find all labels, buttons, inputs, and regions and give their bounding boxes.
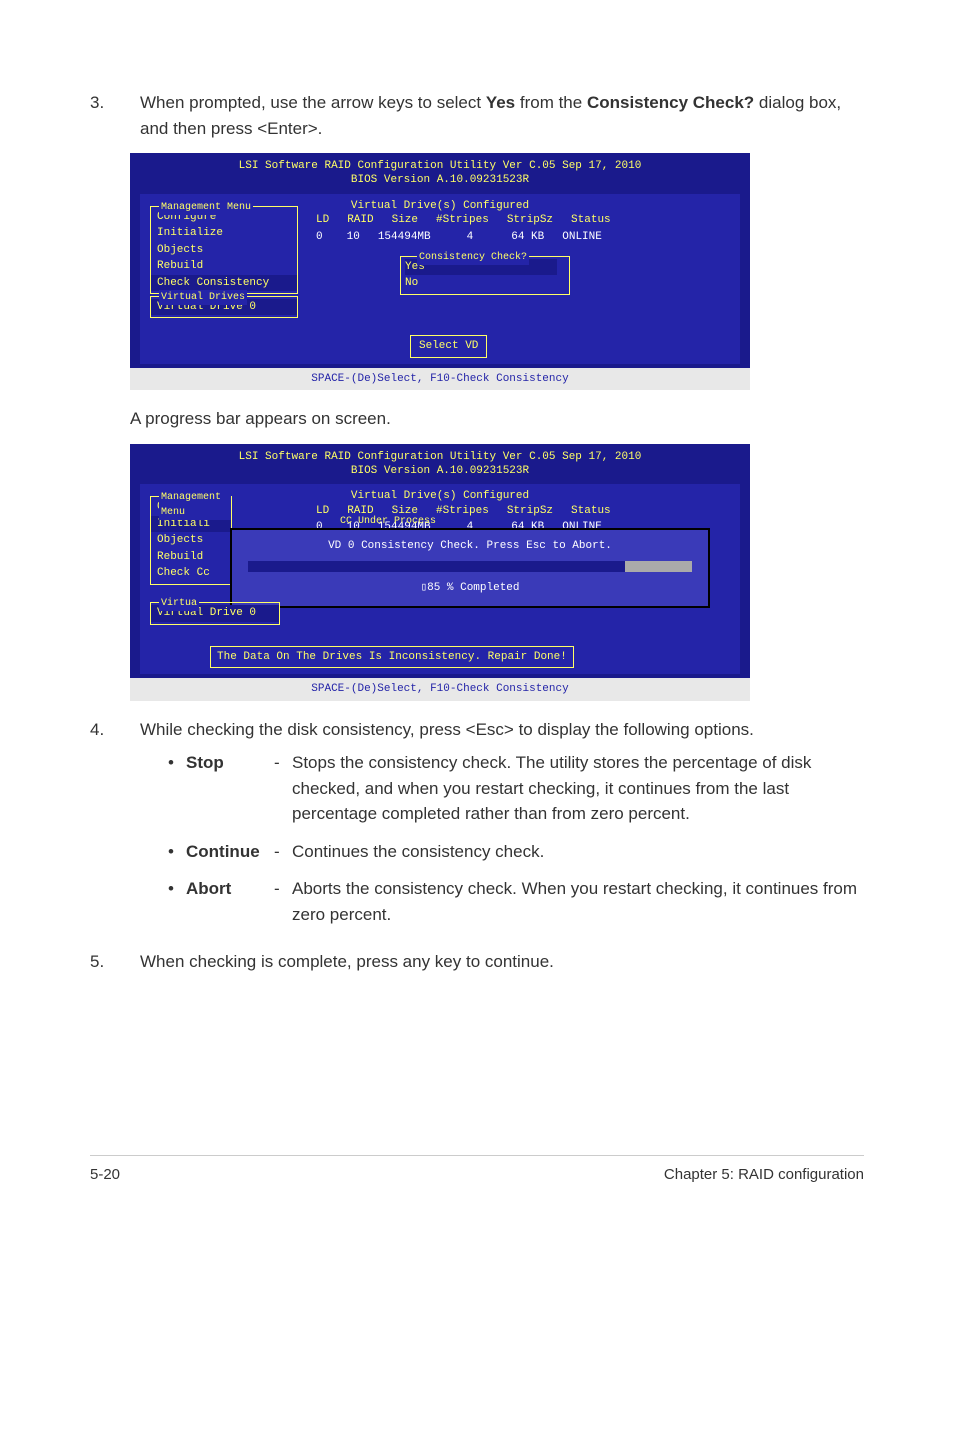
opt-abort: • Abort - Aborts the consistency check. …	[168, 876, 864, 927]
step-4: 4. While checking the disk consistency, …	[90, 717, 864, 940]
hdr-stripes: #Stripes	[436, 503, 489, 520]
step-3: 3. When prompted, use the arrow keys to …	[90, 90, 864, 141]
hdr-raid: RAID	[347, 212, 373, 229]
management-menu-title-2: Management Menu	[159, 490, 231, 520]
cell-size: 154494MB	[378, 229, 431, 246]
hdr-stripes: #Stripes	[436, 212, 489, 229]
menu-checkcc-2[interactable]: Check Cc	[151, 565, 231, 582]
opt-continue: • Continue - Continues the consistency c…	[168, 839, 864, 865]
bios2-footer: SPACE-(De)Select, F10-Check Consistency	[130, 678, 750, 701]
bios-screenshot-2: LSI Software RAID Configuration Utility …	[130, 444, 750, 701]
step-number: 3.	[90, 90, 140, 141]
bios1-table-row: 0 10 154494MB 4 64 KB ONLINE	[316, 229, 734, 246]
menu-rebuild[interactable]: Rebuild	[151, 258, 297, 275]
cc-no[interactable]: No	[405, 275, 565, 292]
management-menu-title: Management Menu	[159, 200, 253, 215]
bullet-icon: •	[168, 750, 186, 827]
menu-rebuild-2[interactable]: Rebuild	[151, 549, 231, 566]
cc-dialog-title: Consistency Check?	[417, 250, 529, 265]
step3-text-mid: from the	[515, 93, 587, 112]
progress-bar	[248, 561, 692, 572]
opt-stop-label: Stop	[186, 750, 274, 827]
hdr-ld: LD	[316, 212, 329, 229]
bios1-title: LSI Software RAID Configuration Utility …	[130, 153, 750, 190]
bios1-title-line2: BIOS Version A.10.09231523R	[130, 173, 750, 187]
opt-dash: -	[274, 750, 292, 827]
hdr-status: Status	[571, 212, 611, 229]
hdr-ld: LD	[316, 503, 329, 520]
step-text: When prompted, use the arrow keys to sel…	[140, 90, 864, 141]
opt-stop-desc: Stops the consistency check. The utility…	[292, 750, 864, 827]
step5-text: When checking is complete, press any key…	[140, 949, 864, 975]
cell-stripsz: 64 KB	[511, 229, 544, 246]
bios2-title-line1: LSI Software RAID Configuration Utility …	[130, 450, 750, 464]
chapter-title: Chapter 5: RAID configuration	[664, 1164, 864, 1187]
opt-continue-bold: Continue	[186, 842, 260, 861]
step-5: 5. When checking is complete, press any …	[90, 949, 864, 975]
bullet-icon: •	[168, 876, 186, 927]
page-footer: 5-20 Chapter 5: RAID configuration	[90, 1164, 864, 1187]
cell-ld: 0	[316, 229, 323, 246]
opt-abort-label: Abort	[186, 876, 274, 927]
step3-text-before: When prompted, use the arrow keys to sel…	[140, 93, 486, 112]
virtual-drives-box[interactable]: Virtual Drives Virtual Drive 0	[150, 296, 298, 319]
hdr-stripsz: StripSz	[507, 503, 553, 520]
progress-msg: VD 0 Consistency Check. Press Esc to Abo…	[242, 538, 698, 555]
hdr-size: Size	[392, 212, 418, 229]
hdr-status: Status	[571, 503, 611, 520]
step3-yes: Yes	[486, 93, 515, 112]
bios1-title-line1: LSI Software RAID Configuration Utility …	[130, 159, 750, 173]
bios-screenshot-1: LSI Software RAID Configuration Utility …	[130, 153, 750, 390]
step3-cc: Consistency Check?	[587, 93, 754, 112]
management-menu[interactable]: Management Menu Configure Initialize Obj…	[150, 206, 298, 295]
cell-stripes: 4	[467, 229, 474, 246]
step4-options: • Stop - Stops the consistency check. Th…	[168, 750, 864, 927]
select-vd-button[interactable]: Select VD	[410, 335, 487, 358]
step4-body: While checking the disk consistency, pre…	[140, 717, 864, 940]
bios2-title-line2: BIOS Version A.10.09231523R	[130, 464, 750, 478]
step-number: 5.	[90, 949, 140, 975]
vd-box-title-2: Virtua	[159, 596, 199, 611]
step-number: 4.	[90, 717, 140, 940]
progress-bar-remaining	[625, 561, 692, 572]
progress-pct: ▯85 % Completed	[242, 580, 698, 597]
bios1-table-header: LD RAID Size #Stripes StripSz Status	[316, 212, 734, 229]
progress-appears-text: A progress bar appears on screen.	[130, 406, 864, 432]
consistency-check-dialog[interactable]: Consistency Check? Yes No	[400, 256, 570, 295]
opt-abort-bold: Abort	[186, 879, 231, 898]
hdr-stripsz: StripSz	[507, 212, 553, 229]
management-menu-2[interactable]: Management Menu Configure Initiali Objec…	[150, 496, 232, 585]
step4-text: While checking the disk consistency, pre…	[140, 717, 864, 743]
bios2-title: LSI Software RAID Configuration Utility …	[130, 444, 750, 481]
progress-dialog: VD 0 Consistency Check. Press Esc to Abo…	[230, 528, 710, 608]
virtual-drives-box-2[interactable]: Virtua Virtual Drive 0	[150, 602, 280, 625]
menu-objects[interactable]: Objects	[151, 242, 297, 259]
cc-under-process: CC Under Process	[340, 514, 436, 529]
menu-objects-2[interactable]: Objects	[151, 532, 231, 549]
bios1-body: Virtual Drive(s) Configured LD RAID Size…	[140, 194, 740, 364]
bios1-footer: SPACE-(De)Select, F10-Check Consistency	[130, 368, 750, 391]
opt-dash: -	[274, 876, 292, 927]
bios2-body: Virtual Drive(s) Configured LD RAID Size…	[140, 484, 740, 674]
opt-dash: -	[274, 839, 292, 865]
vd-box-title: Virtual Drives	[159, 290, 247, 305]
opt-abort-desc: Aborts the consistency check. When you r…	[292, 876, 864, 927]
opt-stop-bold: Stop	[186, 753, 224, 772]
opt-continue-label: Continue	[186, 839, 274, 865]
footer-divider	[90, 1155, 864, 1156]
cell-raid: 10	[347, 229, 360, 246]
bullet-icon: •	[168, 839, 186, 865]
page-number: 5-20	[90, 1164, 120, 1187]
opt-continue-desc: Continues the consistency check.	[292, 839, 864, 865]
opt-stop: • Stop - Stops the consistency check. Th…	[168, 750, 864, 827]
cell-status: ONLINE	[562, 229, 602, 246]
menu-initialize[interactable]: Initialize	[151, 225, 297, 242]
repair-done-msg: The Data On The Drives Is Inconsistency.…	[210, 646, 574, 669]
